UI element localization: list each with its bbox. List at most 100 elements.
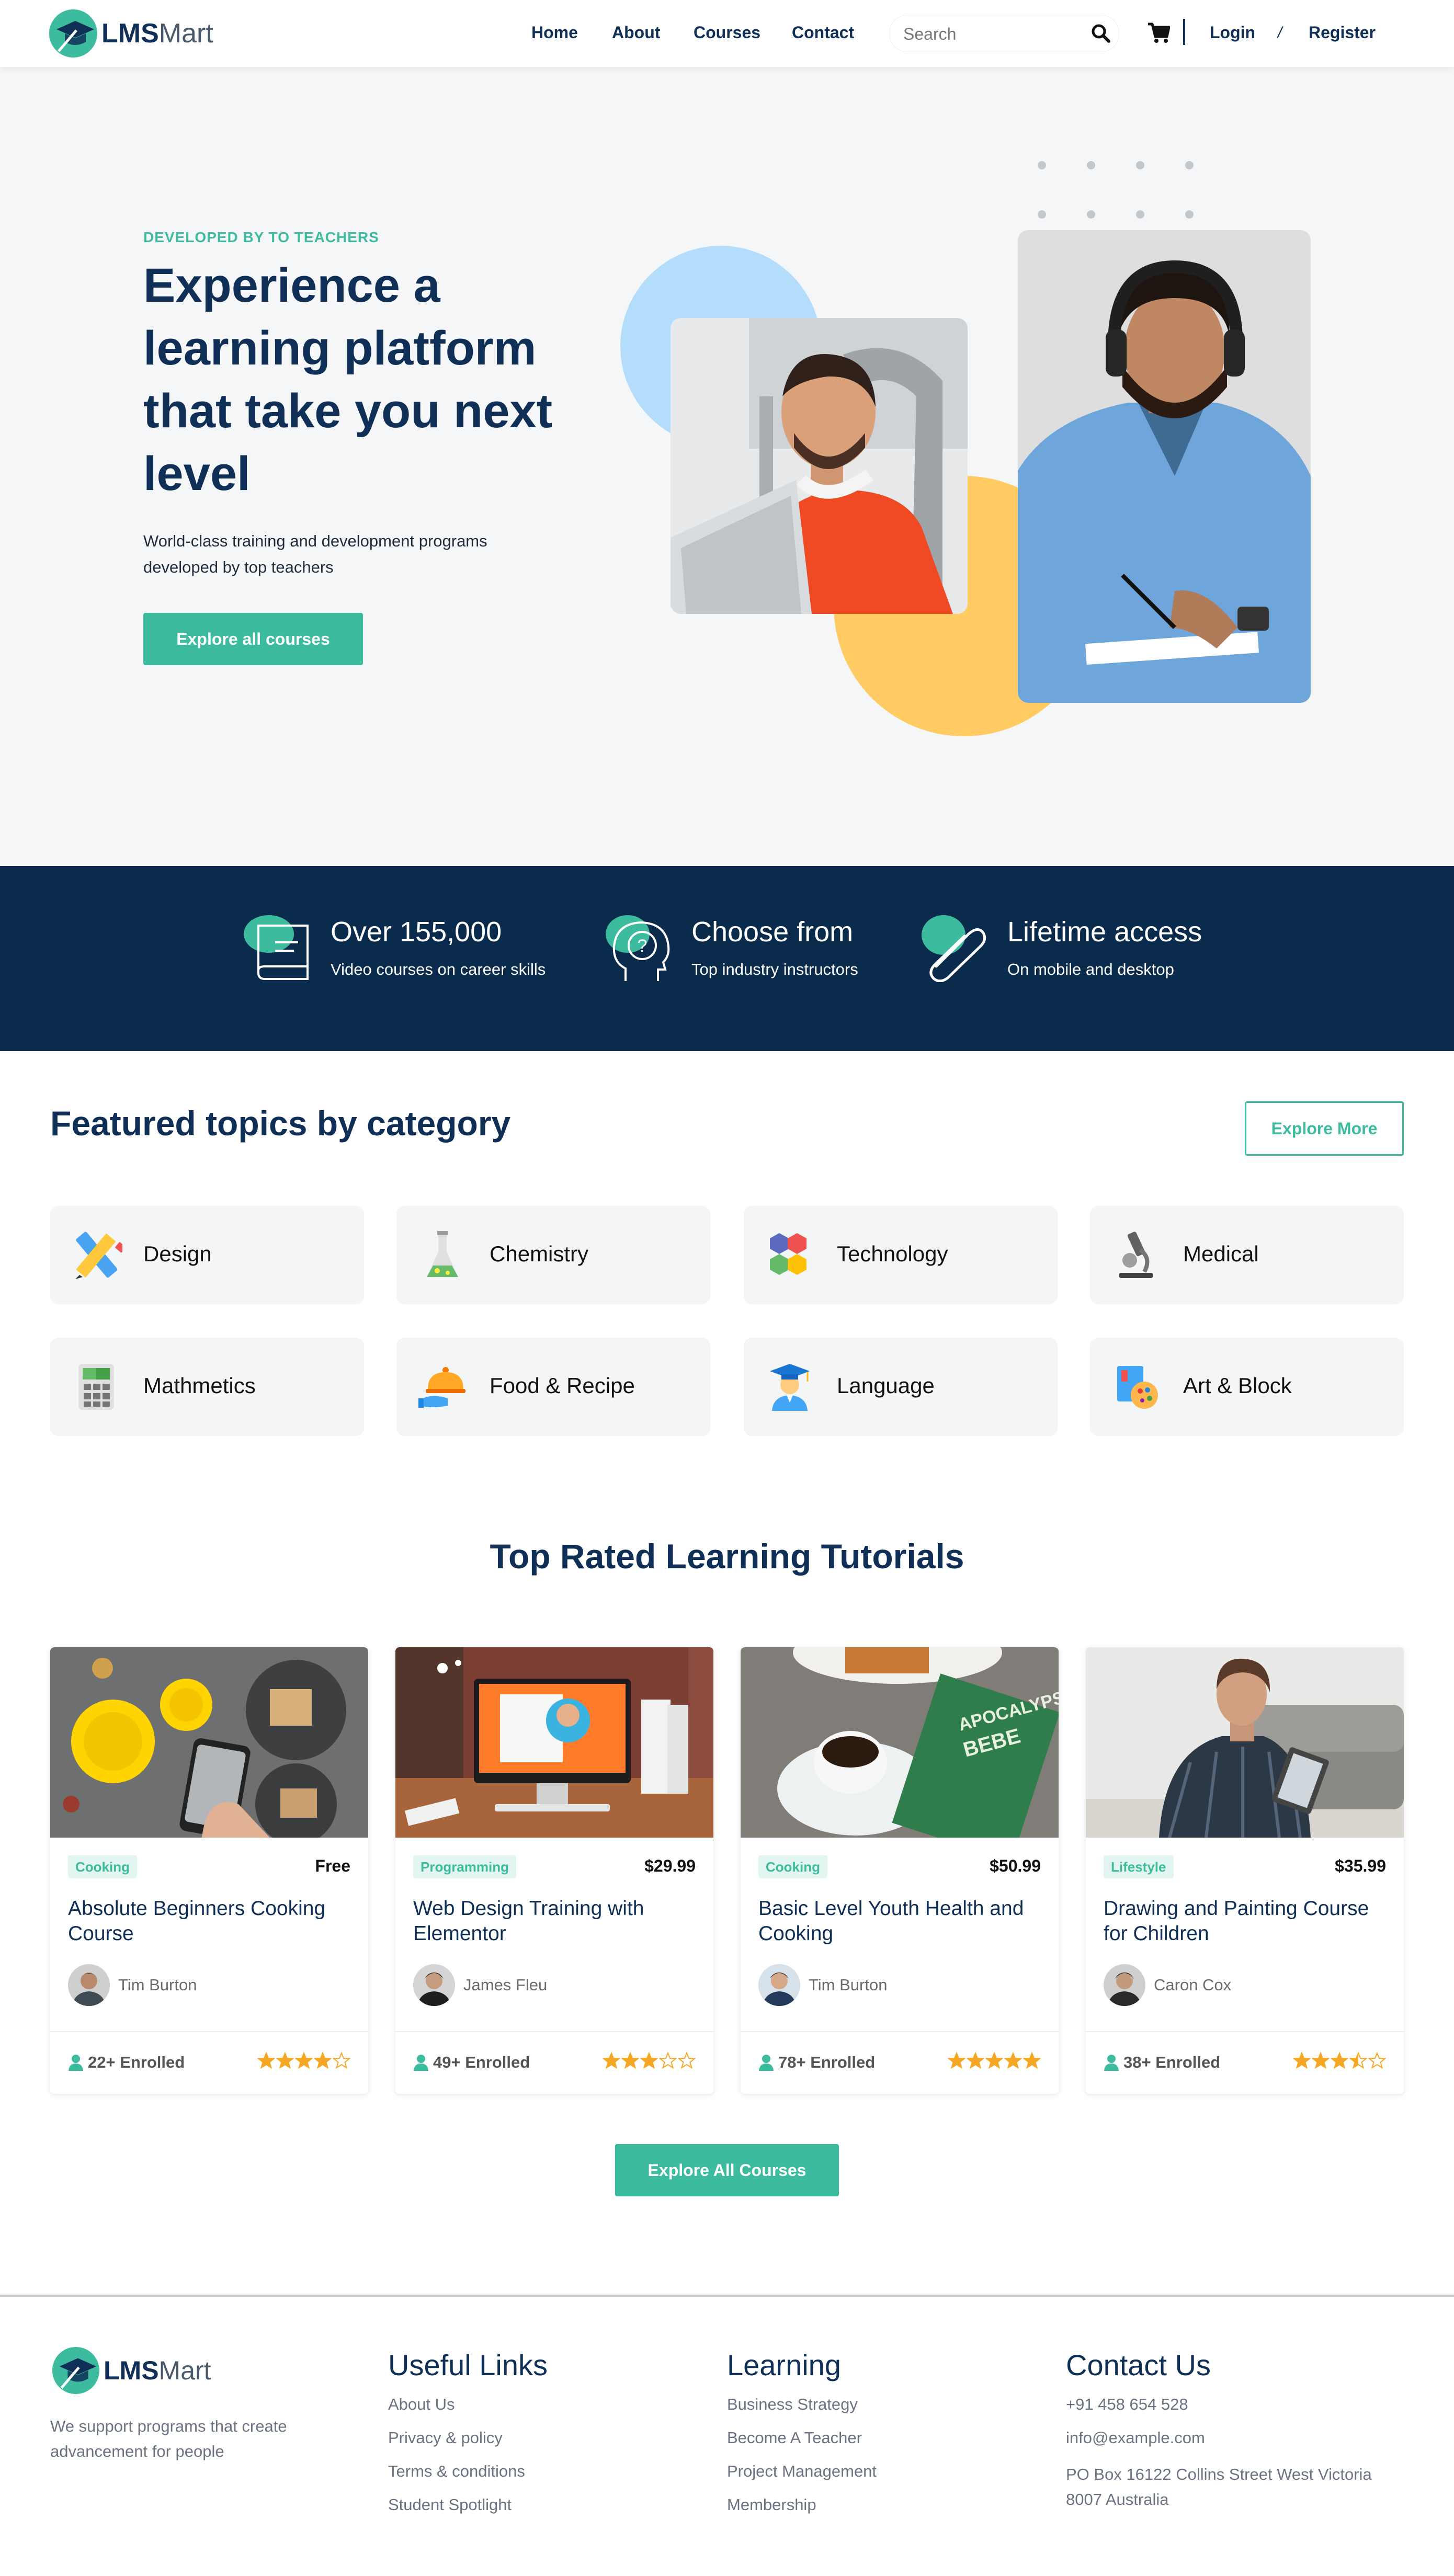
nav-contact[interactable]: Contact: [792, 23, 854, 42]
footer-link-terms[interactable]: Terms & conditions: [388, 2462, 525, 2481]
category-mathmetics[interactable]: Mathmetics: [50, 1338, 364, 1436]
course-image-cooking: [50, 1647, 368, 1838]
user-icon: [759, 2055, 774, 2071]
search-input[interactable]: [902, 22, 1080, 45]
microscope-icon: [1119, 1232, 1153, 1278]
course-tag[interactable]: Programming: [413, 1855, 517, 1878]
enrolled-text: 78+ Enrolled: [778, 2053, 876, 2071]
course-image-web-design: [395, 1647, 713, 1838]
stat-title: Lifetime access: [1007, 916, 1202, 948]
category-medical[interactable]: Medical: [1090, 1206, 1404, 1304]
stat-title: Choose from: [691, 916, 854, 948]
card-divider: [741, 2031, 1059, 2032]
nav-courses[interactable]: Courses: [694, 23, 760, 42]
author-avatar: [1104, 1964, 1145, 2006]
course-card[interactable]: Lifestyle $35.99 Drawing and Painting Co…: [1086, 1647, 1404, 2094]
category-technology[interactable]: Technology: [744, 1206, 1058, 1304]
stats-bar: Over 155,000 Video courses on career ski…: [0, 866, 1454, 1051]
star-empty-icon: [659, 2052, 677, 2069]
footer-link-business-strategy[interactable]: Business Strategy: [727, 2395, 858, 2414]
star-full-icon: [948, 2052, 965, 2069]
hero-subtitle: World-class training and development pro…: [143, 532, 487, 576]
top-navbar: LMSMart Home About Courses Contact Login…: [0, 0, 1454, 67]
course-title[interactable]: Drawing and Painting Course for Children: [1104, 1896, 1396, 1946]
cart-icon[interactable]: [1147, 22, 1170, 44]
pencil-ruler-icon: [75, 1232, 122, 1279]
stat-subtitle: Video courses on career skills: [331, 960, 546, 978]
course-title[interactable]: Web Design Training with Elementor: [413, 1896, 706, 1946]
hexagons-icon: [770, 1233, 806, 1275]
rating-stars: [601, 2052, 696, 2069]
category-food-recipe[interactable]: Food & Recipe: [396, 1338, 710, 1436]
brand-logo[interactable]: LMSMart: [49, 7, 213, 60]
course-title[interactable]: Absolute Beginners Cooking Course: [68, 1896, 361, 1946]
hero-photo-student-writing: [1018, 230, 1311, 703]
enrolled-text: 22+ Enrolled: [88, 2053, 185, 2071]
enrolled-count: 22+ Enrolled: [68, 2053, 185, 2072]
graduate-icon: [770, 1364, 810, 1411]
category-design[interactable]: Design: [50, 1206, 364, 1304]
course-card[interactable]: APOCALYPSE BEBE Cooking $50.99 Basic Lev…: [741, 1647, 1059, 2094]
nav-home[interactable]: Home: [531, 23, 578, 42]
author-avatar: [758, 1964, 800, 2006]
footer-link-privacy[interactable]: Privacy & policy: [388, 2429, 503, 2447]
category-label: Design: [143, 1241, 212, 1266]
course-tag[interactable]: Cooking: [758, 1855, 827, 1878]
footer-divider: [0, 2295, 1454, 2297]
course-card[interactable]: Cooking Free Absolute Beginners Cooking …: [50, 1647, 368, 2094]
hero-title: Experience a learning platform that take…: [143, 259, 553, 500]
user-icon: [414, 2055, 428, 2071]
footer-logo[interactable]: LMSMart: [52, 2347, 211, 2394]
courses-title: Top Rated Learning Tutorials: [490, 1537, 964, 1576]
author-name[interactable]: Tim Burton: [118, 1976, 197, 1994]
footer-link-project-management[interactable]: Project Management: [727, 2462, 877, 2481]
course-price: $50.99: [990, 1856, 1041, 1875]
course-tag[interactable]: Lifestyle: [1104, 1855, 1174, 1878]
footer-phone[interactable]: +91 458 654 528: [1066, 2395, 1188, 2414]
palette-icon: [1117, 1366, 1158, 1409]
author-name[interactable]: Caron Cox: [1154, 1976, 1231, 1994]
user-icon: [69, 2055, 83, 2071]
course-price: Free: [315, 1856, 350, 1875]
star-empty-icon: [333, 2052, 350, 2069]
author-name[interactable]: Tim Burton: [809, 1976, 887, 1994]
paperclip-icon: [922, 915, 986, 982]
footer-learning-title: Learning: [727, 2349, 841, 2381]
hero-eyebrow: DEVELOPED BY TO TEACHERS: [143, 229, 379, 245]
book-icon: [244, 915, 309, 980]
category-language[interactable]: Language: [744, 1338, 1058, 1436]
explore-more-button[interactable]: Explore More: [1245, 1101, 1404, 1156]
explore-all-courses-button[interactable]: Explore all courses: [143, 613, 363, 665]
footer-link-become-teacher[interactable]: Become A Teacher: [727, 2429, 862, 2447]
rating-stars: [1292, 2052, 1386, 2069]
footer-link-membership[interactable]: Membership: [727, 2495, 816, 2514]
register-link[interactable]: Register: [1309, 23, 1376, 42]
author-name[interactable]: James Fleu: [463, 1976, 547, 1994]
course-tag[interactable]: Cooking: [68, 1855, 137, 1878]
category-label: Technology: [837, 1241, 948, 1266]
head-question-icon: ?: [606, 915, 670, 981]
footer-contact-title: Contact Us: [1066, 2349, 1211, 2381]
category-art-block[interactable]: Art & Block: [1090, 1338, 1404, 1436]
nav-about[interactable]: About: [612, 23, 660, 42]
login-link[interactable]: Login: [1210, 23, 1255, 42]
footer-link-about-us[interactable]: About Us: [388, 2395, 455, 2414]
enrolled-count: 78+ Enrolled: [758, 2053, 875, 2072]
enrolled-count: 38+ Enrolled: [1104, 2053, 1220, 2072]
enrolled-text: 49+ Enrolled: [433, 2053, 530, 2071]
footer-link-student-spotlight[interactable]: Student Spotlight: [388, 2495, 512, 2514]
star-full-icon: [640, 2052, 658, 2069]
footer-email[interactable]: info@example.com: [1066, 2429, 1205, 2447]
star-full-icon: [985, 2052, 1003, 2069]
brand-name-bold: LMS: [101, 18, 159, 49]
graduation-cap-logo-icon: [52, 2347, 99, 2394]
course-card[interactable]: Programming $29.99 Web Design Training w…: [395, 1647, 713, 2094]
course-title[interactable]: Basic Level Youth Health and Cooking: [758, 1896, 1051, 1946]
star-half-icon: [1349, 2052, 1367, 2069]
cloche-icon: [418, 1367, 465, 1408]
category-chemistry[interactable]: Chemistry: [396, 1206, 710, 1304]
hero-section: DEVELOPED BY TO TEACHERS Experience a le…: [0, 67, 1454, 866]
hero-photo-student-tablet: [671, 318, 968, 614]
explore-all-courses-bottom-button[interactable]: Explore All Courses: [615, 2144, 839, 2196]
search-icon[interactable]: [1090, 23, 1111, 44]
